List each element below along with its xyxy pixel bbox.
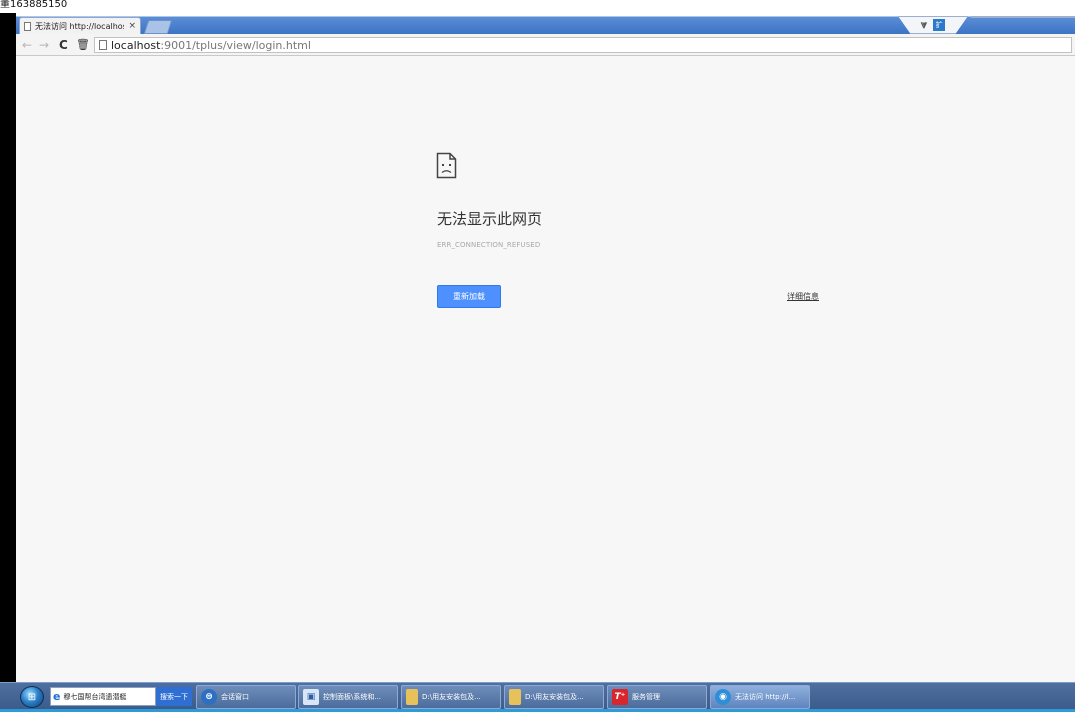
tplus-icon: T⁺: [612, 689, 628, 705]
start-button[interactable]: ⊞: [20, 686, 44, 708]
url-text: localhost:9001/tplus/view/login.html: [111, 39, 311, 52]
search-button[interactable]: 搜索一下: [156, 687, 192, 706]
address-bar[interactable]: localhost:9001/tplus/view/login.html: [94, 37, 1072, 53]
windows-taskbar: ⊞ e 穆七国帮台湾遗潜艇 搜索一下 ⊜ 会话窗口 ▣ 控制面板\系统和... …: [0, 682, 1075, 712]
titlebar-line: [971, 16, 1075, 18]
ie-icon: e: [53, 690, 61, 703]
new-tab-button[interactable]: [143, 20, 173, 34]
ie-search-box[interactable]: e 穆七国帮台湾遗潜艇: [50, 687, 156, 706]
taskbar-item-folder-1[interactable]: D:\用友安装包及...: [401, 685, 501, 709]
browser-window: 无法访问 http://localhos × ⩔ 扩 ← → C 🗑 local…: [16, 13, 1075, 682]
close-icon[interactable]: ×: [128, 21, 136, 31]
top-caption-text: 董163885150: [0, 0, 1075, 13]
reload-page-button[interactable]: 重新加载: [437, 285, 501, 308]
folder-icon: [406, 689, 418, 705]
taskbar-item-chat[interactable]: ⊜ 会话窗口: [196, 685, 296, 709]
taskbar-item-control-panel[interactable]: ▣ 控制面板\系统和...: [298, 685, 398, 709]
taskbar-item-label: 会话窗口: [221, 693, 249, 701]
taskbar-item-label: 服务管理: [632, 693, 660, 701]
tab-strip: 无法访问 http://localhos × ⩔ 扩: [16, 13, 1075, 34]
chat-icon: ⊜: [201, 689, 217, 705]
taskbar-item-label: 无法访问 http://l...: [735, 693, 796, 701]
chrome-icon: ◉: [715, 689, 731, 705]
taskbar-item-service-manager[interactable]: T⁺ 服务管理: [607, 685, 707, 709]
error-title: 无法显示此网页: [437, 210, 543, 228]
taskbar-item-label: D:\用友安装包及...: [422, 693, 481, 701]
trash-icon[interactable]: 🗑: [76, 37, 90, 53]
url-host: localhost: [111, 38, 161, 52]
taskbar-item-browser[interactable]: ◉ 无法访问 http://l...: [710, 685, 810, 709]
details-link[interactable]: 详细信息: [787, 291, 819, 302]
url-path: :9001/tplus/view/login.html: [160, 38, 311, 52]
error-page: 无法显示此网页 ERR_CONNECTION_REFUSED 重新加载 详细信息: [16, 56, 1075, 682]
window-controls: ⩔ 扩: [898, 16, 968, 34]
ie-search-text: 穆七国帮台湾遗潜艇: [63, 692, 127, 701]
v-icon[interactable]: ⩔: [921, 18, 927, 32]
taskbar-item-label: D:\用友安装包及...: [525, 693, 584, 701]
left-black-bar: [0, 13, 16, 682]
error-code: ERR_CONNECTION_REFUSED: [437, 241, 541, 249]
back-button[interactable]: ←: [22, 37, 32, 53]
taskbar-item-folder-2[interactable]: D:\用友安装包及...: [504, 685, 604, 709]
sad-page-icon: [436, 152, 457, 179]
page-icon: [99, 40, 107, 50]
forward-button[interactable]: →: [39, 37, 49, 53]
expand-icon[interactable]: 扩: [933, 19, 946, 31]
reload-button[interactable]: C: [59, 37, 68, 53]
tab-active[interactable]: 无法访问 http://localhos ×: [19, 17, 141, 34]
tab-title: 无法访问 http://localhos: [35, 21, 125, 31]
browser-toolbar: ← → C 🗑 localhost:9001/tplus/view/login.…: [16, 34, 1075, 56]
control-panel-icon: ▣: [303, 689, 319, 705]
page-icon: [24, 21, 31, 31]
folder-icon: [509, 689, 521, 705]
taskbar-item-label: 控制面板\系统和...: [323, 693, 382, 701]
